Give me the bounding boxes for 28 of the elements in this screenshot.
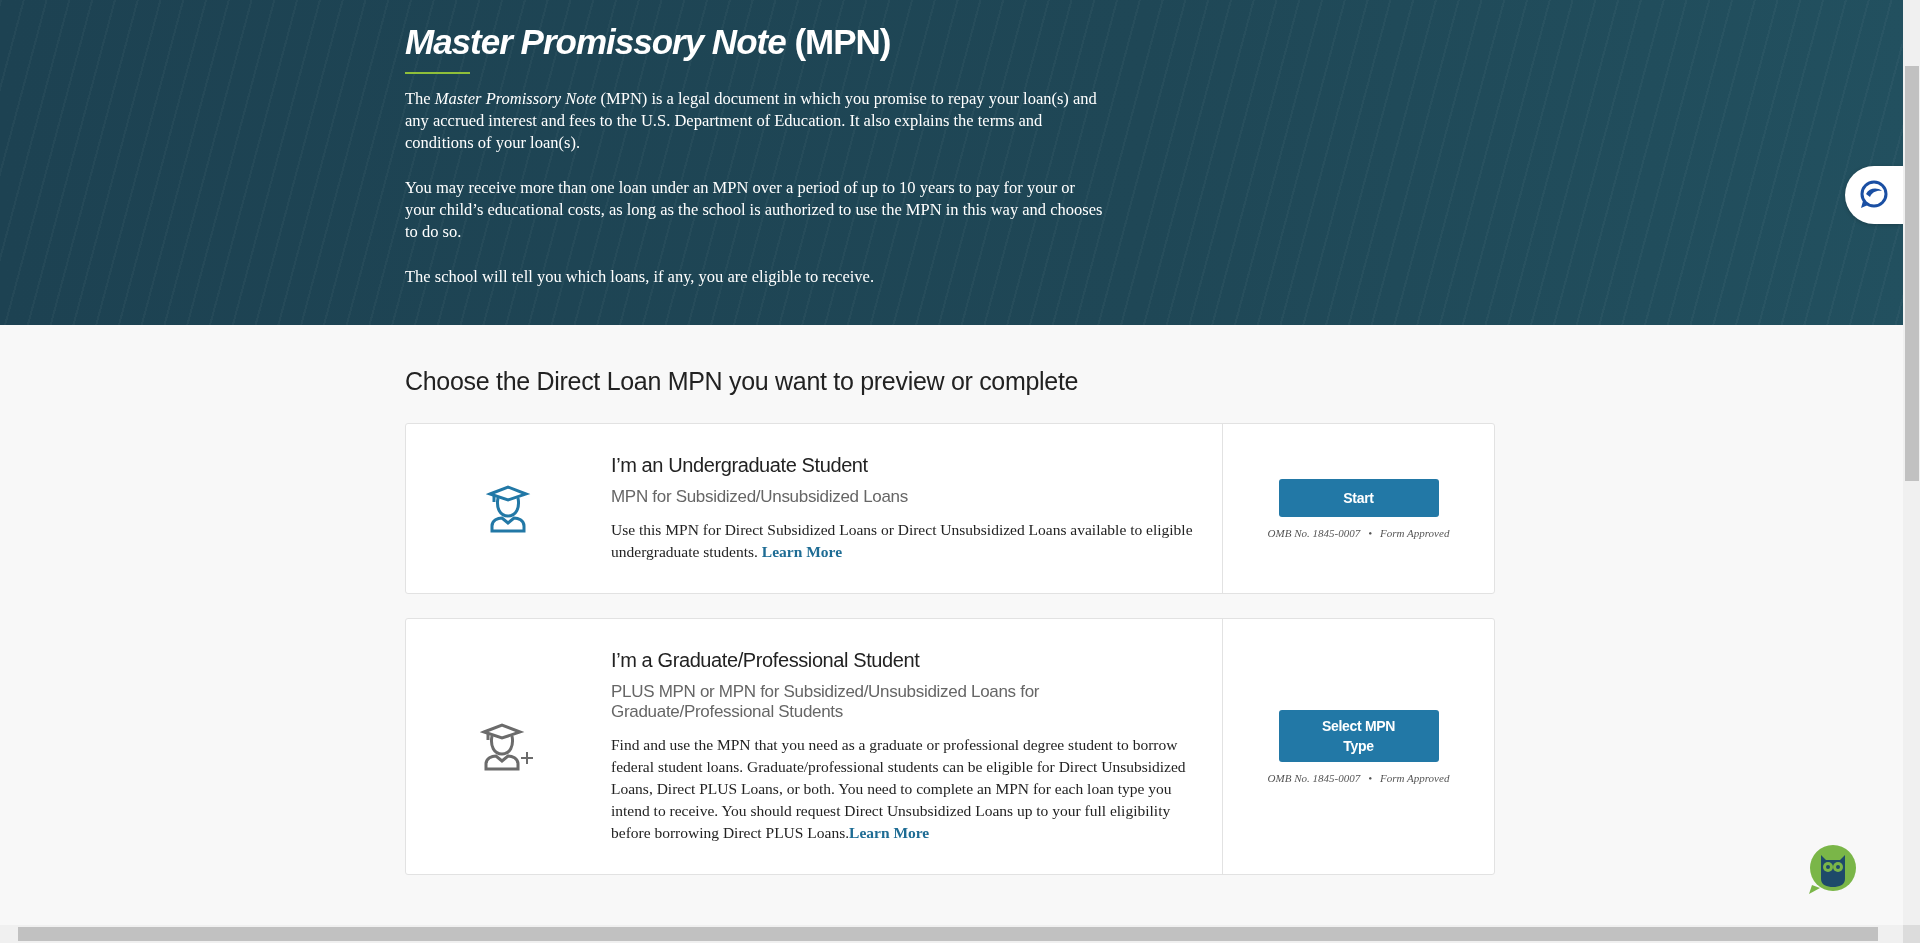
card-title: I’m an Undergraduate Student <box>611 454 869 477</box>
omb-number: OMB No. 1845-0007 <box>1267 526 1361 539</box>
vertical-scrollbar[interactable] <box>1903 0 1920 925</box>
owl-icon <box>1806 843 1858 895</box>
bullet-separator: • <box>1368 526 1373 539</box>
learn-more-link[interactable]: Learn More <box>849 824 930 841</box>
card-description: Use this MPN for Direct Subsidized Loans or Direct Unsubsidized Loans available to eligible undergraduate students. Learn More <box>611 520 1194 562</box>
intro-paragraph: You may receive more than one loan under an MPN over a period of up to 10 years to pay for your or your child’s educational costs, as long as the school is authorized to use the MPN in this way and chooses to do so. <box>405 177 1104 243</box>
card-description: Find and use the MPN that you need as a graduate or professional degree student to borrow federal student loans. Graduate/professional students can be eligible for Direct Unsubsidized Loans, Direct PLUS Loans, or both. You need to complete an MPN for each loan type you intend to receive. You should request Direct Unsubsidized Loans up to your full eligibility before borrowing Direct PLUS Loans.Learn More <box>611 735 1187 843</box>
approval-note: Form Approved <box>1380 526 1450 539</box>
start-button[interactable]: Start <box>1278 478 1439 517</box>
card-title: I’m a Graduate/Professional Student <box>611 649 921 672</box>
intro-paragraph: The Master Promissory Note (MPN) is a legal document in which you promise to repay your loan(s) and any accrued interest and fees to the U.S. Department of Education. It also explains the terms and conditions of your loan(s). <box>405 88 1098 154</box>
card-subtitle: MPN for Subsidized/Unsubsidized Loans <box>611 487 909 507</box>
intro-paragraph: The school will tell you which loans, if any, you are eligible to receive. <box>405 266 876 288</box>
horizontal-scrollbar[interactable] <box>0 925 1903 943</box>
start-button[interactable]: Select MPN Type <box>1278 709 1439 762</box>
scrollbar-corner <box>1903 925 1920 943</box>
section-heading: Choose the Direct Loan MPN you want to preview or complete <box>405 367 1080 396</box>
chat-tab[interactable] <box>1845 166 1903 224</box>
card-subtitle: PLUS MPN or MPN for Subsidized/Unsubsidized Loans for Graduate/Professional Students <box>611 682 1041 722</box>
bullet-separator: • <box>1368 771 1373 784</box>
owl-chat-button[interactable] <box>1806 843 1858 895</box>
graduate-icon <box>485 483 532 534</box>
approval-note: Form Approved <box>1380 771 1450 784</box>
learn-more-link[interactable]: Learn More <box>761 543 842 560</box>
page-title: Master Promissory Note (MPN) <box>405 22 891 62</box>
omb-number: OMB No. 1845-0007 <box>1267 771 1361 784</box>
